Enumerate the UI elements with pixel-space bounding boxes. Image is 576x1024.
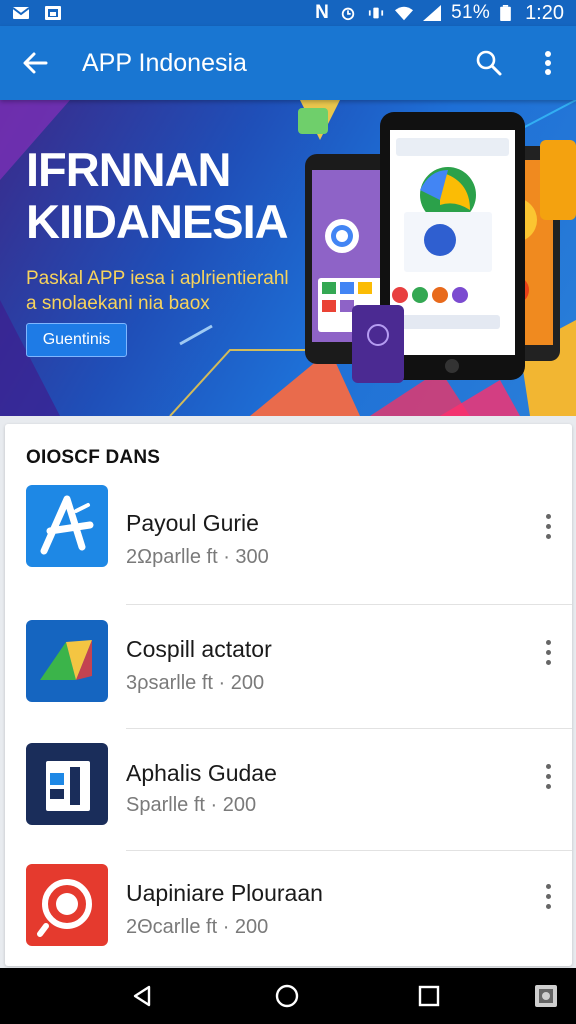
banner-subtitle-line1: Paskal APP iesa i aplrientierahl <box>26 268 289 289</box>
banner-subtitle: Paskal APP iesa i aplrientierahl a snola… <box>26 266 306 316</box>
ring-app-icon <box>26 864 108 946</box>
back-triangle-icon <box>133 985 151 1007</box>
divider <box>126 728 572 729</box>
mail-icon <box>12 7 30 19</box>
divider <box>126 604 572 605</box>
clock: 1:20 <box>525 1 564 24</box>
banner-title-line2: KIIDANESIA <box>26 195 289 248</box>
app-list-card: OIOSCF DANS Payoul Gurie 2Ωparlle ft · 3… <box>5 424 572 966</box>
banner-subtitle-line2: a snolaekani nia baox <box>26 293 210 314</box>
system-nav-bar <box>0 968 576 1024</box>
nav-home-button[interactable] <box>257 968 317 1024</box>
back-button[interactable] <box>0 26 70 100</box>
triangle-app-icon <box>26 620 108 702</box>
item-more-button[interactable] <box>533 756 563 796</box>
list-item[interactable]: Payoul Gurie 2Ωparlle ft · 300 <box>5 482 572 604</box>
list-item[interactable]: Aphalis Gudae Sparlle ft · 200 <box>5 730 572 852</box>
recents-square-icon <box>418 985 440 1007</box>
banner-cta-button[interactable]: Guentinis <box>26 323 127 357</box>
item-more-button[interactable] <box>533 506 563 546</box>
item-more-button[interactable] <box>533 632 563 672</box>
app-name: Uapiniare Plouraan <box>126 880 323 906</box>
vibrate-icon <box>369 7 384 19</box>
nav-recents-button[interactable] <box>399 968 459 1024</box>
app-meta: 2Ωparlle ft · 300 <box>126 546 269 568</box>
list-item[interactable]: Uapiniare Plouraan 2Θcarlle ft · 200 <box>5 852 572 966</box>
wifi-icon <box>395 6 414 21</box>
app-meta: 2Θcarlle ft · 200 <box>126 916 269 938</box>
overflow-menu-button[interactable] <box>520 26 576 100</box>
more-vert-icon <box>545 51 551 75</box>
home-circle-icon <box>275 984 299 1008</box>
app-name: Aphalis Gudae <box>126 760 277 786</box>
signal-icon <box>423 5 442 21</box>
battery-percent: 51% <box>451 2 491 23</box>
app-bar: APP Indonesia <box>0 26 576 100</box>
search-button[interactable] <box>458 26 520 100</box>
back-arrow-icon <box>23 52 48 74</box>
app-meta: 3ρsarlle ft · 200 <box>126 672 265 694</box>
app-name: Payoul Gurie <box>126 510 259 536</box>
screenshot-icon <box>535 985 557 1007</box>
status-bar: N 51% 1:20 <box>0 0 576 26</box>
screenshot-button[interactable] <box>516 968 576 1024</box>
app-bar-title: APP Indonesia <box>82 48 247 77</box>
nav-back-button[interactable] <box>112 968 172 1024</box>
app-name: Cospill actator <box>126 636 272 662</box>
app-meta: Sparlle ft · 200 <box>126 794 257 816</box>
bars-app-icon <box>26 743 108 825</box>
promo-banner[interactable]: IFRNNAN KIIDANESIA Paskal APP iesa i apl… <box>0 100 576 416</box>
battery-icon <box>500 5 511 21</box>
item-more-button[interactable] <box>533 876 563 916</box>
nfc-icon: N <box>315 2 330 23</box>
banner-title-line1: IFRNNAN <box>26 143 231 196</box>
image-icon <box>45 6 61 20</box>
divider <box>126 850 572 851</box>
alarm-icon <box>341 7 355 21</box>
section-title: OIOSCF DANS <box>26 447 161 468</box>
star-app-icon <box>26 485 108 567</box>
screen: N 51% 1:20 APP Indonesia IFRNNAN KIIDANE… <box>0 0 576 1024</box>
search-icon <box>476 50 502 76</box>
banner-title: IFRNNAN KIIDANESIA <box>26 143 289 248</box>
list-item[interactable]: Cospill actator 3ρsarlle ft · 200 <box>5 606 572 728</box>
